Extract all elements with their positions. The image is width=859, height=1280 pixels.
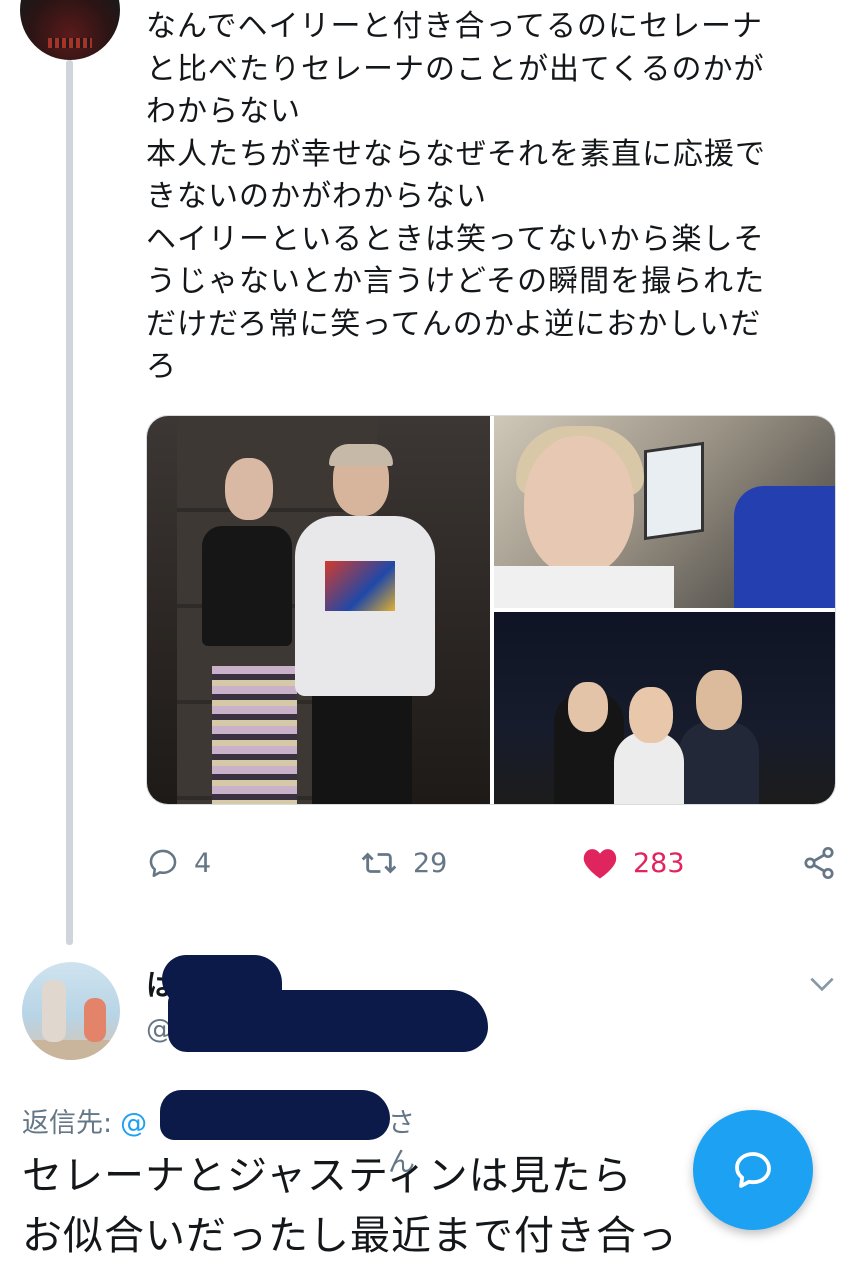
reply-to-line: 返信先: @ さん bbox=[22, 1101, 415, 1178]
photo-group-night[interactable] bbox=[494, 612, 835, 804]
retweet-button[interactable]: 29 bbox=[359, 838, 447, 888]
photo-couple-standing[interactable] bbox=[147, 416, 490, 804]
retweet-icon bbox=[361, 852, 397, 874]
redaction-mark-reply-to bbox=[160, 1090, 390, 1140]
photo-selfie[interactable] bbox=[494, 416, 835, 608]
speech-bubble-icon bbox=[149, 849, 177, 878]
heart-icon bbox=[583, 849, 617, 879]
reply-to-label: 返信先: bbox=[22, 1108, 113, 1139]
replier-avatar[interactable] bbox=[22, 962, 120, 1060]
tweet-line: だけだろ常に笑ってんのかよ逆におかしいだ bbox=[146, 306, 762, 342]
tweet-line: うじゃないとか言うけどその瞬間を撮られた bbox=[146, 264, 766, 299]
redaction-mark-handle bbox=[168, 990, 488, 1052]
reply-button[interactable]: 4 bbox=[146, 838, 211, 888]
like-count: 283 bbox=[633, 847, 685, 879]
tweet-line: ヘイリーといるときは笑ってないから楽しそ bbox=[146, 221, 765, 257]
compose-reply-icon bbox=[735, 1152, 771, 1188]
reply-to-handle[interactable]: @ bbox=[120, 1108, 147, 1139]
original-poster-avatar[interactable] bbox=[20, 0, 120, 60]
share-button[interactable] bbox=[801, 838, 837, 888]
retweet-count: 29 bbox=[413, 847, 448, 879]
tweet-line: なんでヘイリーと付き合ってるのにセレーナ bbox=[146, 9, 763, 44]
compose-reply-button[interactable] bbox=[693, 1110, 813, 1230]
tweet-line: わからない bbox=[146, 94, 301, 129]
chevron-down-icon[interactable] bbox=[806, 968, 838, 1000]
reply-count: 4 bbox=[194, 847, 212, 879]
tweet-line: と比べたりセレーナのことが出てくるのかが bbox=[146, 51, 765, 87]
share-icon bbox=[804, 846, 834, 880]
like-button[interactable]: 283 bbox=[581, 838, 685, 888]
thread-connector-line bbox=[66, 60, 73, 945]
tweet-line: ろ bbox=[146, 349, 177, 384]
tweet-text: なんでヘイリーと付き合ってるのにセレーナ と比べたりセレーナのことが出てくるのか… bbox=[146, 6, 826, 389]
tweet-line: きないのかがわからない bbox=[146, 179, 487, 214]
tweet-line: 本人たちが幸せならなぜそれを素直に応援で bbox=[146, 136, 766, 172]
tweet-action-bar: 4 29 283 bbox=[146, 838, 846, 888]
tweet-media-grid bbox=[146, 415, 836, 805]
